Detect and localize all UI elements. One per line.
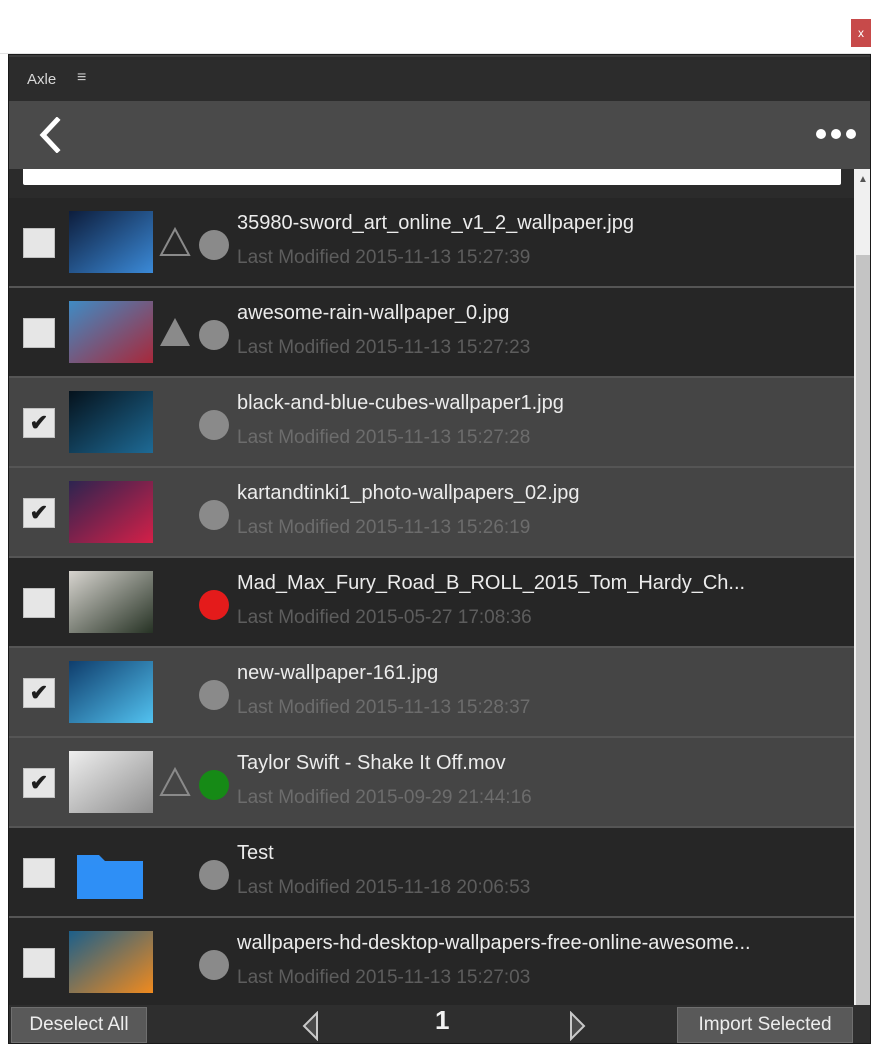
last-modified: Last Modified 2015-11-13 15:26:19 (237, 517, 531, 538)
panel-title: Axle (27, 71, 57, 88)
list-item[interactable]: ✔ Taylor Swift - Shake It Off.mov Last Mod… (9, 738, 854, 828)
list-item[interactable]: ✔ black-and-blue-cubes-wallpaper1.jpg Last… (9, 378, 854, 468)
status-dot-icon (199, 320, 229, 350)
last-modified: Last Modified 2015-11-13 15:27:28 (237, 427, 531, 448)
thumbnail-image (69, 391, 153, 453)
last-modified: Last Modified 2015-11-13 15:27:23 (237, 337, 531, 358)
thumbnail-image (69, 931, 153, 993)
scroll-up-icon[interactable]: ▲ (854, 169, 870, 191)
thumbnail-image (69, 301, 153, 363)
thumbnail-image (69, 211, 153, 273)
search-input[interactable] (23, 169, 841, 185)
checkbox[interactable] (23, 228, 55, 258)
last-modified: Last Modified 2015-11-18 20:06:53 (237, 877, 531, 898)
status-dot-icon (199, 770, 229, 800)
checkbox[interactable]: ✔ (23, 408, 55, 438)
file-name: kartandtinki1_photo-wallpapers_02.jpg (237, 482, 580, 504)
import-selected-button[interactable]: Import Selected (677, 1007, 853, 1043)
checkbox[interactable]: ✔ (23, 678, 55, 708)
window-title-bar: x (0, 0, 871, 54)
file-name: Test (237, 842, 274, 864)
thumbnail-image (69, 751, 153, 813)
axle-panel: Axle ≡ 35980-sword_art_online_v1_2_wallp… (8, 54, 871, 1044)
arrow-left-icon[interactable] (301, 1011, 321, 1041)
page-number: 1 (435, 1005, 450, 1035)
last-modified: Last Modified 2015-11-13 15:27:39 (237, 247, 531, 268)
file-name: Taylor Swift - Shake It Off.mov (237, 752, 506, 774)
deselect-all-button[interactable]: Deselect All (11, 1007, 147, 1043)
scroll-thumb[interactable] (856, 255, 870, 1005)
list-item[interactable]: Mad_Max_Fury_Road_B_ROLL_2015_Tom_Hardy_… (9, 558, 854, 648)
triangle-outline-icon (159, 226, 191, 256)
status-dot-icon (199, 860, 229, 890)
arrow-right-icon[interactable] (567, 1011, 587, 1041)
checkbox[interactable]: ✔ (23, 768, 55, 798)
toolbar (9, 101, 870, 169)
last-modified: Last Modified 2015-11-13 15:27:03 (237, 967, 531, 988)
status-dot-icon (199, 410, 229, 440)
panel-header: Axle ≡ (9, 55, 870, 101)
list-item[interactable]: Test Last Modified 2015-11-18 20:06:53 (9, 828, 854, 918)
last-modified: Last Modified 2015-11-13 15:28:37 (237, 697, 531, 718)
triangle-filled-icon (160, 318, 190, 346)
thumbnail-image (69, 571, 153, 633)
scrollbar[interactable]: ▲ (854, 169, 870, 1005)
checkbox[interactable] (23, 318, 55, 348)
thumbnail-image (69, 661, 153, 723)
file-name: wallpapers-hd-desktop-wallpapers-free-on… (237, 932, 751, 954)
file-name: Mad_Max_Fury_Road_B_ROLL_2015_Tom_Hardy_… (237, 572, 746, 594)
file-name: awesome-rain-wallpaper_0.jpg (237, 302, 510, 324)
panel-menu-icon[interactable]: ≡ (77, 69, 86, 87)
checkbox[interactable]: ✔ (23, 498, 55, 528)
last-modified: Last Modified 2015-09-29 21:44:16 (237, 787, 532, 808)
checkbox[interactable] (23, 588, 55, 618)
status-dot-icon (199, 500, 229, 530)
triangle-outline-icon (159, 766, 191, 796)
close-button[interactable]: x (851, 19, 871, 47)
status-dot-icon (199, 590, 229, 620)
checkbox[interactable] (23, 858, 55, 888)
checkbox[interactable] (23, 948, 55, 978)
status-dot-icon (199, 680, 229, 710)
status-dot-icon (199, 230, 229, 260)
last-modified: Last Modified 2015-05-27 17:08:36 (237, 607, 532, 628)
thumbnail-image (69, 481, 153, 543)
more-horizontal-icon[interactable] (815, 128, 857, 140)
list-item[interactable]: awesome-rain-wallpaper_0.jpg Last Modifie… (9, 288, 854, 378)
chevron-left-icon[interactable] (35, 117, 65, 153)
list-item[interactable]: ✔ new-wallpaper-161.jpg Last Modified 2015… (9, 648, 854, 738)
status-dot-icon (199, 950, 229, 980)
file-name: black-and-blue-cubes-wallpaper1.jpg (237, 392, 564, 414)
list-item[interactable]: wallpapers-hd-desktop-wallpapers-free-on… (9, 918, 854, 1008)
footer-bar: Deselect All 1 Import Selected (9, 1005, 870, 1043)
file-name: 35980-sword_art_online_v1_2_wallpaper.jp… (237, 212, 634, 234)
folder-icon (77, 855, 143, 899)
file-name: new-wallpaper-161.jpg (237, 662, 439, 684)
file-list: 35980-sword_art_online_v1_2_wallpaper.jp… (9, 198, 854, 1008)
list-item[interactable]: ✔ kartandtinki1_photo-wallpapers_02.jpg La… (9, 468, 854, 558)
list-item[interactable]: 35980-sword_art_online_v1_2_wallpaper.jp… (9, 198, 854, 288)
